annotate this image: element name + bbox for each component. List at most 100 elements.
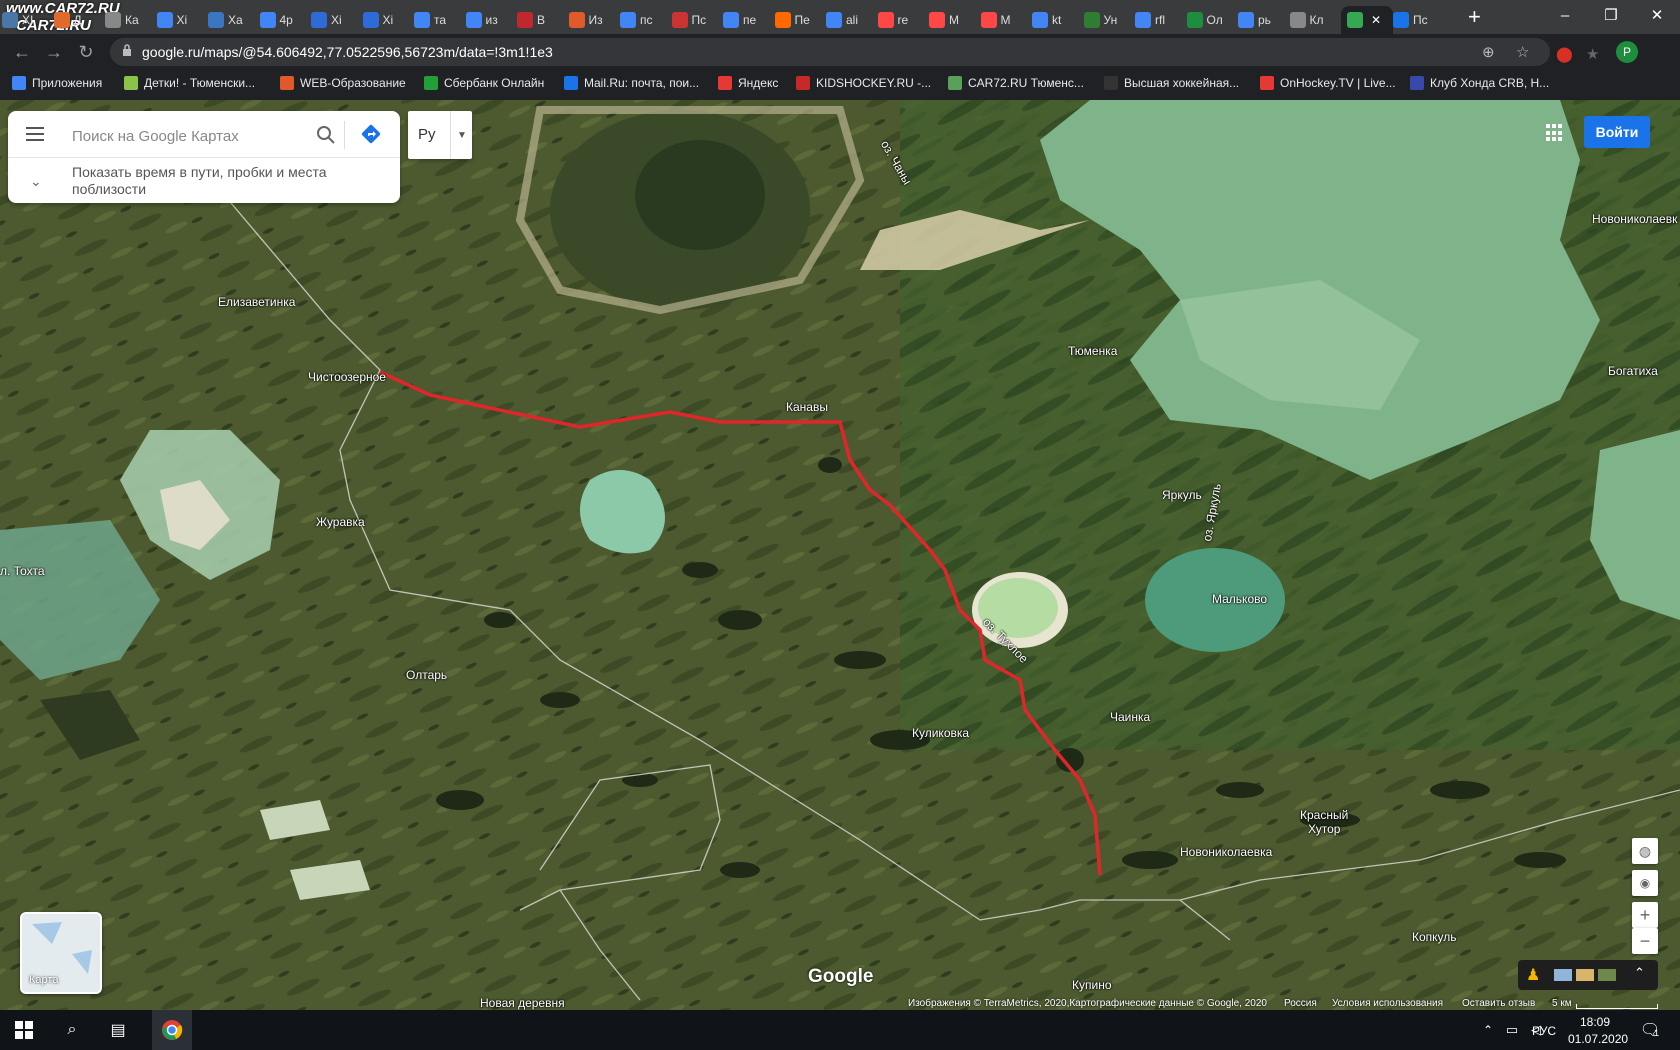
satellite-thumb-icon[interactable] (1598, 969, 1616, 981)
bookmark-item[interactable]: KIDSHOCKEY.RU -... (796, 76, 931, 90)
place-label[interactable]: Яркуль (1162, 488, 1202, 502)
extension-pin-icon[interactable]: ★ (1586, 45, 1599, 63)
browser-tab[interactable]: Из (568, 6, 615, 34)
zoom-in-button[interactable]: + (1632, 902, 1658, 928)
place-label[interactable]: Богатиха (1608, 364, 1658, 378)
bookmark-item[interactable]: Сбербанк Онлайн (424, 76, 544, 90)
browser-tab[interactable]: ХІ (2, 6, 48, 34)
chevron-down-icon[interactable]: ⌄ (30, 173, 42, 190)
browser-tab[interactable]: Xi (362, 6, 409, 34)
browser-tab[interactable]: пе (723, 6, 769, 34)
place-label[interactable]: Новая деревня (480, 996, 565, 1010)
address-bar[interactable]: google.ru/maps/@54.606492,77.0522596,567… (110, 38, 1550, 66)
browser-tab[interactable]: та (414, 6, 460, 34)
place-label[interactable]: Елизаветинка (218, 295, 295, 309)
browser-tab[interactable]: Xi (311, 6, 357, 34)
country-label[interactable]: Россия (1284, 998, 1317, 1009)
profile-avatar[interactable]: P (1616, 41, 1638, 63)
directions-icon[interactable] (360, 123, 382, 145)
nearby-hint[interactable]: Показать время в пути, пробки и места по… (72, 164, 372, 198)
terms-link[interactable]: Условия использования (1332, 998, 1443, 1009)
keyboard-language[interactable]: РУС (1532, 1024, 1556, 1038)
back-button[interactable]: ← (10, 40, 34, 64)
install-icon[interactable]: ⊕ (1482, 43, 1495, 61)
clock-date[interactable]: 01.07.2020 (1568, 1032, 1628, 1046)
browser-tab[interactable]: Ол (1186, 6, 1233, 34)
place-label[interactable]: Чистоозерное (308, 370, 386, 384)
browser-tab[interactable]: Кл (1289, 6, 1336, 34)
globe-icon[interactable]: ◍ (1632, 838, 1658, 864)
browser-tab[interactable]: Пс (671, 6, 718, 34)
apps-grid-icon[interactable] (1546, 124, 1564, 142)
bookmark-star-icon[interactable]: ☆ (1516, 43, 1529, 61)
place-label[interactable]: Копкуль (1412, 930, 1457, 944)
browser-tab[interactable]: из (465, 6, 512, 34)
place-label[interactable]: Чаинка (1110, 710, 1150, 724)
chevron-down-icon[interactable]: ▼ (450, 111, 473, 159)
browser-tab[interactable]: Д (53, 6, 100, 34)
browser-tab[interactable]: В (517, 6, 563, 34)
my-location-icon[interactable]: ◉ (1632, 870, 1658, 896)
bookmark-item[interactable]: Высшая хоккейная... (1104, 76, 1239, 90)
place-label[interactable]: Мальково (1212, 592, 1267, 606)
chrome-taskbar-button[interactable] (152, 1010, 192, 1050)
language-select[interactable]: Ру ▼ (408, 111, 472, 159)
browser-tab[interactable]: kt (1032, 6, 1078, 34)
feedback-link[interactable]: Оставить отзыв (1462, 998, 1535, 1009)
search-input[interactable] (70, 123, 304, 149)
bookmark-item[interactable]: WEB-Образование (280, 76, 406, 90)
task-view-icon[interactable]: ▤ (108, 1020, 128, 1040)
expand-up-icon[interactable]: ⌃ (1634, 965, 1645, 981)
search-icon[interactable] (316, 125, 336, 145)
browser-tab[interactable]: Xi (156, 6, 203, 34)
close-window-button[interactable]: ✕ (1634, 0, 1680, 30)
new-tab-button[interactable]: + (1468, 4, 1481, 30)
place-label[interactable]: Купино (1072, 978, 1112, 992)
search-icon[interactable]: ⌕ (62, 1020, 82, 1040)
menu-icon[interactable] (26, 127, 44, 141)
browser-tab[interactable]: Пс (1393, 6, 1439, 34)
browser-tab[interactable]: рь (1238, 6, 1284, 34)
place-label[interactable]: Олтарь (406, 668, 447, 682)
sign-in-button[interactable]: Войти (1584, 116, 1650, 148)
minimize-button[interactable]: – (1542, 0, 1588, 30)
extension-icon[interactable]: ⬤ (1556, 45, 1573, 63)
browser-tab[interactable]: Пе (774, 6, 821, 34)
browser-tab[interactable]: rfl (1135, 6, 1181, 34)
place-label[interactable]: Куликовка (912, 726, 969, 740)
place-label[interactable]: Новониколаевк (1592, 212, 1677, 226)
windows-start-icon[interactable] (14, 1020, 34, 1040)
close-tab-icon[interactable]: ✕ (1371, 13, 1381, 27)
pegman-icon[interactable]: ♟ (1526, 965, 1540, 985)
bookmark-item[interactable]: CAR72.RU Тюменс... (948, 76, 1084, 90)
place-label[interactable]: л. Тохта (0, 564, 45, 578)
bookmark-item[interactable]: Яндекс (718, 76, 778, 90)
traffic-thumb-icon[interactable] (1576, 969, 1594, 981)
browser-tab[interactable]: пс (620, 6, 666, 34)
browser-tab[interactable]: М (929, 6, 975, 34)
browser-tab[interactable]: Ун (1083, 6, 1130, 34)
place-label[interactable]: Канавы (786, 400, 828, 414)
forward-button[interactable]: → (42, 40, 66, 64)
bookmark-item[interactable]: Детки! - Тюменски... (124, 76, 255, 90)
browser-tab[interactable]: Ка (105, 6, 151, 34)
reload-button[interactable]: ↻ (74, 40, 98, 64)
browser-tab[interactable]: Ха (208, 6, 254, 34)
browser-tab[interactable]: 4р (259, 6, 306, 34)
satellite-map[interactable] (0, 100, 1680, 1010)
bookmark-item[interactable]: Mail.Ru: почта, пои... (564, 76, 699, 90)
bookmark-item[interactable]: OnHockey.TV | Live... (1260, 76, 1396, 90)
clock-time[interactable]: 18:09 (1580, 1015, 1610, 1029)
browser-tab[interactable]: ✕ (1341, 6, 1393, 34)
place-label[interactable]: Журавка (316, 515, 365, 529)
place-label[interactable]: Новониколаевка (1180, 845, 1272, 859)
place-label[interactable]: Красный (1300, 808, 1348, 822)
tray-up-icon[interactable]: ⌃ (1478, 1020, 1498, 1040)
browser-tab[interactable]: re (877, 6, 924, 34)
zoom-out-button[interactable]: − (1632, 928, 1658, 954)
map-layer-toggle[interactable]: Карта (20, 912, 102, 994)
place-label[interactable]: Хутор (1308, 822, 1340, 836)
bookmark-item[interactable]: Приложения (12, 76, 102, 90)
place-label[interactable]: Тюменка (1068, 344, 1117, 358)
network-icon[interactable]: ▭ (1502, 1020, 1522, 1040)
